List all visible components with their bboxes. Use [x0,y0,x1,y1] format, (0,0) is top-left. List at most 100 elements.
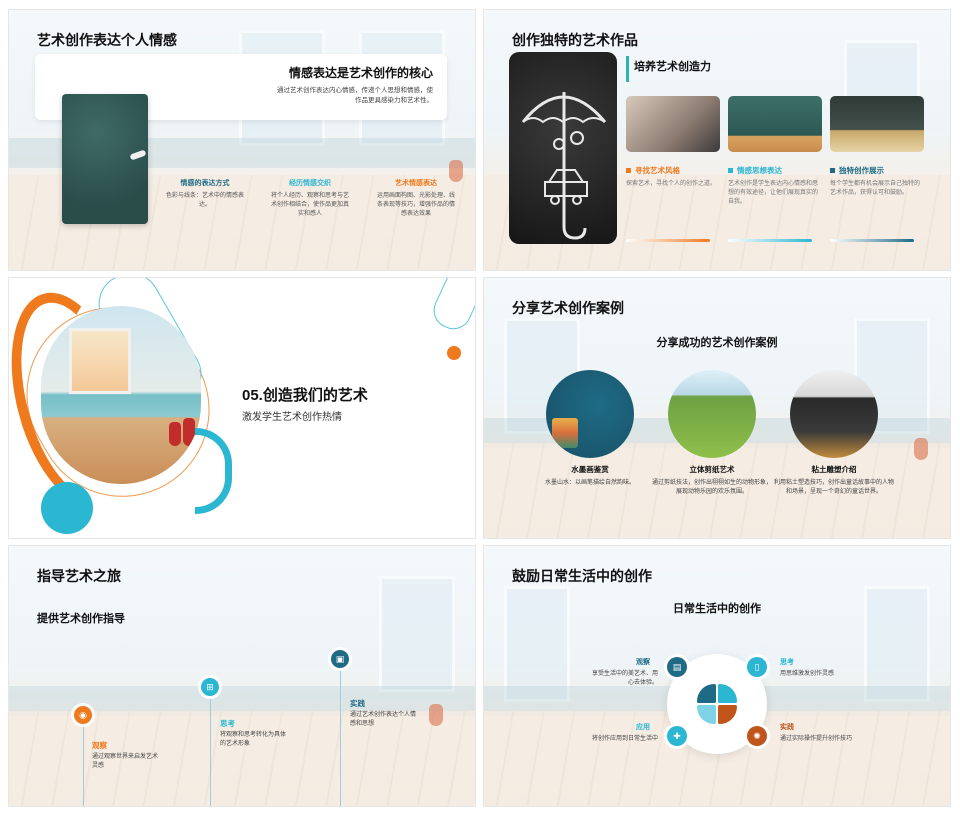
accent-underline [626,239,710,242]
vase [914,438,928,460]
case-heading: 粘土雕塑介绍 [811,465,857,474]
item-heading: 观察 [636,659,650,666]
step-text: 通过观察世界来启发艺术灵感 [92,754,159,769]
quadrant [697,705,716,724]
step-text: 通过艺术创作表达个人情感和思想 [350,712,417,727]
network-icon: ⊞ [201,678,219,696]
teal-outline-shape [427,278,475,336]
slide-5[interactable]: 指导艺术之旅 提供艺术创作指导 ◉ ⊞ ▣ 观察 通过观察世界来启发艺术灵感 思… [9,546,475,806]
slide-title: 创作独特的艺术作品 [512,32,638,48]
umbrella-drawing [521,92,607,240]
step-heading: 观察 [92,741,107,750]
slide-title: 鼓励日常生活中的创作 [512,568,652,584]
square-bullet-icon [728,168,733,173]
eye-icon: ◉ [74,706,92,724]
slide-subtitle: 分享成功的艺术创作案例 [656,337,778,349]
case-heading: 立体剪纸艺术 [689,465,735,474]
section-title: 05.创造我们的艺术 [242,387,368,404]
red-vase [183,418,195,446]
column-text: 色彩与线条：艺术中的情感表达。 [165,193,244,208]
item-heading: 应用 [636,724,650,731]
case-text: 水墨山水：以画笔描绘自然韵味。 [544,480,635,486]
orange-circle [447,346,461,360]
item-text: 享受生活中的美艺术、用心去体验。 [591,671,658,686]
step-text: 将观察和思考转化为具体的艺术形象 [220,732,287,747]
ink-painting-photo [546,370,634,458]
scene-window [69,328,131,394]
quadrant [718,705,737,724]
briefcase-icon: ▤ [667,657,687,677]
document-icon: ▯ [747,657,767,677]
slide-6[interactable]: 鼓励日常生活中的创作 日常生活中的创作 ▤ ▯ ✚ ✺ 观察 享受生活中的美艺术… [484,546,950,806]
chalkboard-photo [728,96,822,152]
slide-title: 分享艺术创作案例 [512,300,624,316]
chalk-umbrella-photo [509,52,617,244]
teal-arc [195,428,232,514]
slide-subtitle: 日常生活中的创作 [673,603,761,615]
item-text: 用思维激发创作灵感 [780,671,835,677]
slide-3[interactable]: 05.创造我们的艺术 激发学生艺术创作热情 [9,278,475,538]
case-heading: 水墨画鉴赏 [571,465,609,474]
paper-cut-photo [668,370,756,458]
timeline-line [83,716,84,806]
card-description: 通过艺术创作表达内心情感，传递个人思想和情感，使作品更具感染力和艺术性。 [277,87,433,104]
red-vase [169,422,181,446]
tools-icon: ✚ [667,726,687,746]
section-subtitle: 激发学生艺术创作热情 [242,412,342,423]
case-1: 水墨画鉴赏 水墨山水：以画笔描绘自然韵味。 [530,464,650,488]
accent-underline [728,239,812,242]
room-window [379,576,455,692]
case-3: 粘土雕塑介绍 利用粘土塑造技巧，创作出童话故事中的人物和场景，呈现一个奇幻的童话… [774,464,894,497]
room-scene-photo [41,306,201,484]
feature-1: 寻找艺术风格 探索艺术，寻找个人的创作之道。 [626,165,720,189]
gear-icon: ✺ [747,726,767,746]
accent-underline [830,239,914,242]
slide-title: 艺术创作表达个人情感 [37,32,177,48]
feature-heading: 独特创作展示 [839,166,884,175]
quadrant [697,684,716,703]
slide-subtitle: 提供艺术创作指导 [37,613,125,625]
feature-text: 艺术创作是学生表达内心情感和思想的有效途径，让他们展现真实的自我。 [728,181,819,205]
square-bullet-icon [626,168,631,173]
accent-bar [626,56,629,82]
column-heading: 艺术情感表达 [395,180,437,187]
step-heading: 实践 [350,699,365,708]
slide-4[interactable]: 分享艺术创作案例 分享成功的艺术创作案例 水墨画鉴赏 水墨山水：以画笔描绘自然韵… [484,278,950,538]
column-text: 将个人经历、观察和思考与艺术创作相结合，使作品更加真实和感人 [270,193,349,217]
slide-1[interactable]: 艺术创作表达个人情感 情感表达是艺术创作的核心 通过艺术创作表达内心情感，传递个… [9,10,475,270]
image-icon: ▣ [331,650,349,668]
feature-heading: 寻找艺术风格 [635,166,680,175]
feature-2: 情感思想表达 艺术创作是学生表达内心情感和思想的有效途径，让他们展现真实的自我。 [728,165,822,207]
case-text: 通过剪纸技法，创作出栩栩如生的动物形象，展现动物乐园的欢乐氛围。 [652,480,773,495]
books-photo [830,96,924,152]
column-3: 艺术情感表达 运用画面构图、光影处理、线条表现等技巧，增强作品的情感表达效果 [375,178,457,219]
feature-heading: 情感思想表达 [737,166,782,175]
timeline-line [210,688,211,806]
clay-sculpture-photo [790,370,878,458]
classroom-photo [626,96,720,152]
item-text: 将创作应用到日常生活中 [591,736,658,742]
column-text: 运用画面构图、光影处理、线条表现等技巧，增强作品的情感表达效果 [376,193,455,217]
feature-text: 探索艺术，寻找个人的创作之道。 [626,181,717,187]
quadrant [718,684,737,703]
item-heading: 思考 [780,659,794,666]
case-2: 立体剪纸艺术 通过剪纸技法，创作出栩栩如生的动物形象，展现动物乐园的欢乐氛围。 [652,464,772,497]
slide-2[interactable]: 创作独特的艺术作品 培养艺术创造力 寻找艺术风格 探索艺术，寻找个人的创作之道。… [484,10,950,270]
column-2: 经历情感交织 将个人经历、观察和思考与艺术创作相结合，使作品更加真实和感人 [269,178,351,219]
column-heading: 情感的表达方式 [180,180,230,187]
paint-jars [552,418,578,448]
vase [429,704,443,726]
card-title: 情感表达是艺术创作的核心 [288,66,433,80]
teal-circle [41,482,93,534]
slide-title: 指导艺术之旅 [37,568,121,584]
item-heading: 实践 [780,724,794,731]
case-text: 利用粘土塑造技巧，创作出童话故事中的人物和场景，呈现一个奇幻的童话世界。 [774,480,895,495]
step-heading: 思考 [220,719,235,728]
column-1: 情感的表达方式 色彩与线条：艺术中的情感表达。 [164,178,246,210]
slide-subtitle: 培养艺术创造力 [634,61,711,73]
timeline-line [340,660,341,806]
column-heading: 经历情感交织 [289,180,331,187]
feature-text: 每个学生都有机会展示自己独特的艺术作品，获得认可和鼓励。 [830,181,921,196]
square-bullet-icon [830,168,835,173]
item-text: 通过实际操作提升创作技巧 [780,736,853,742]
